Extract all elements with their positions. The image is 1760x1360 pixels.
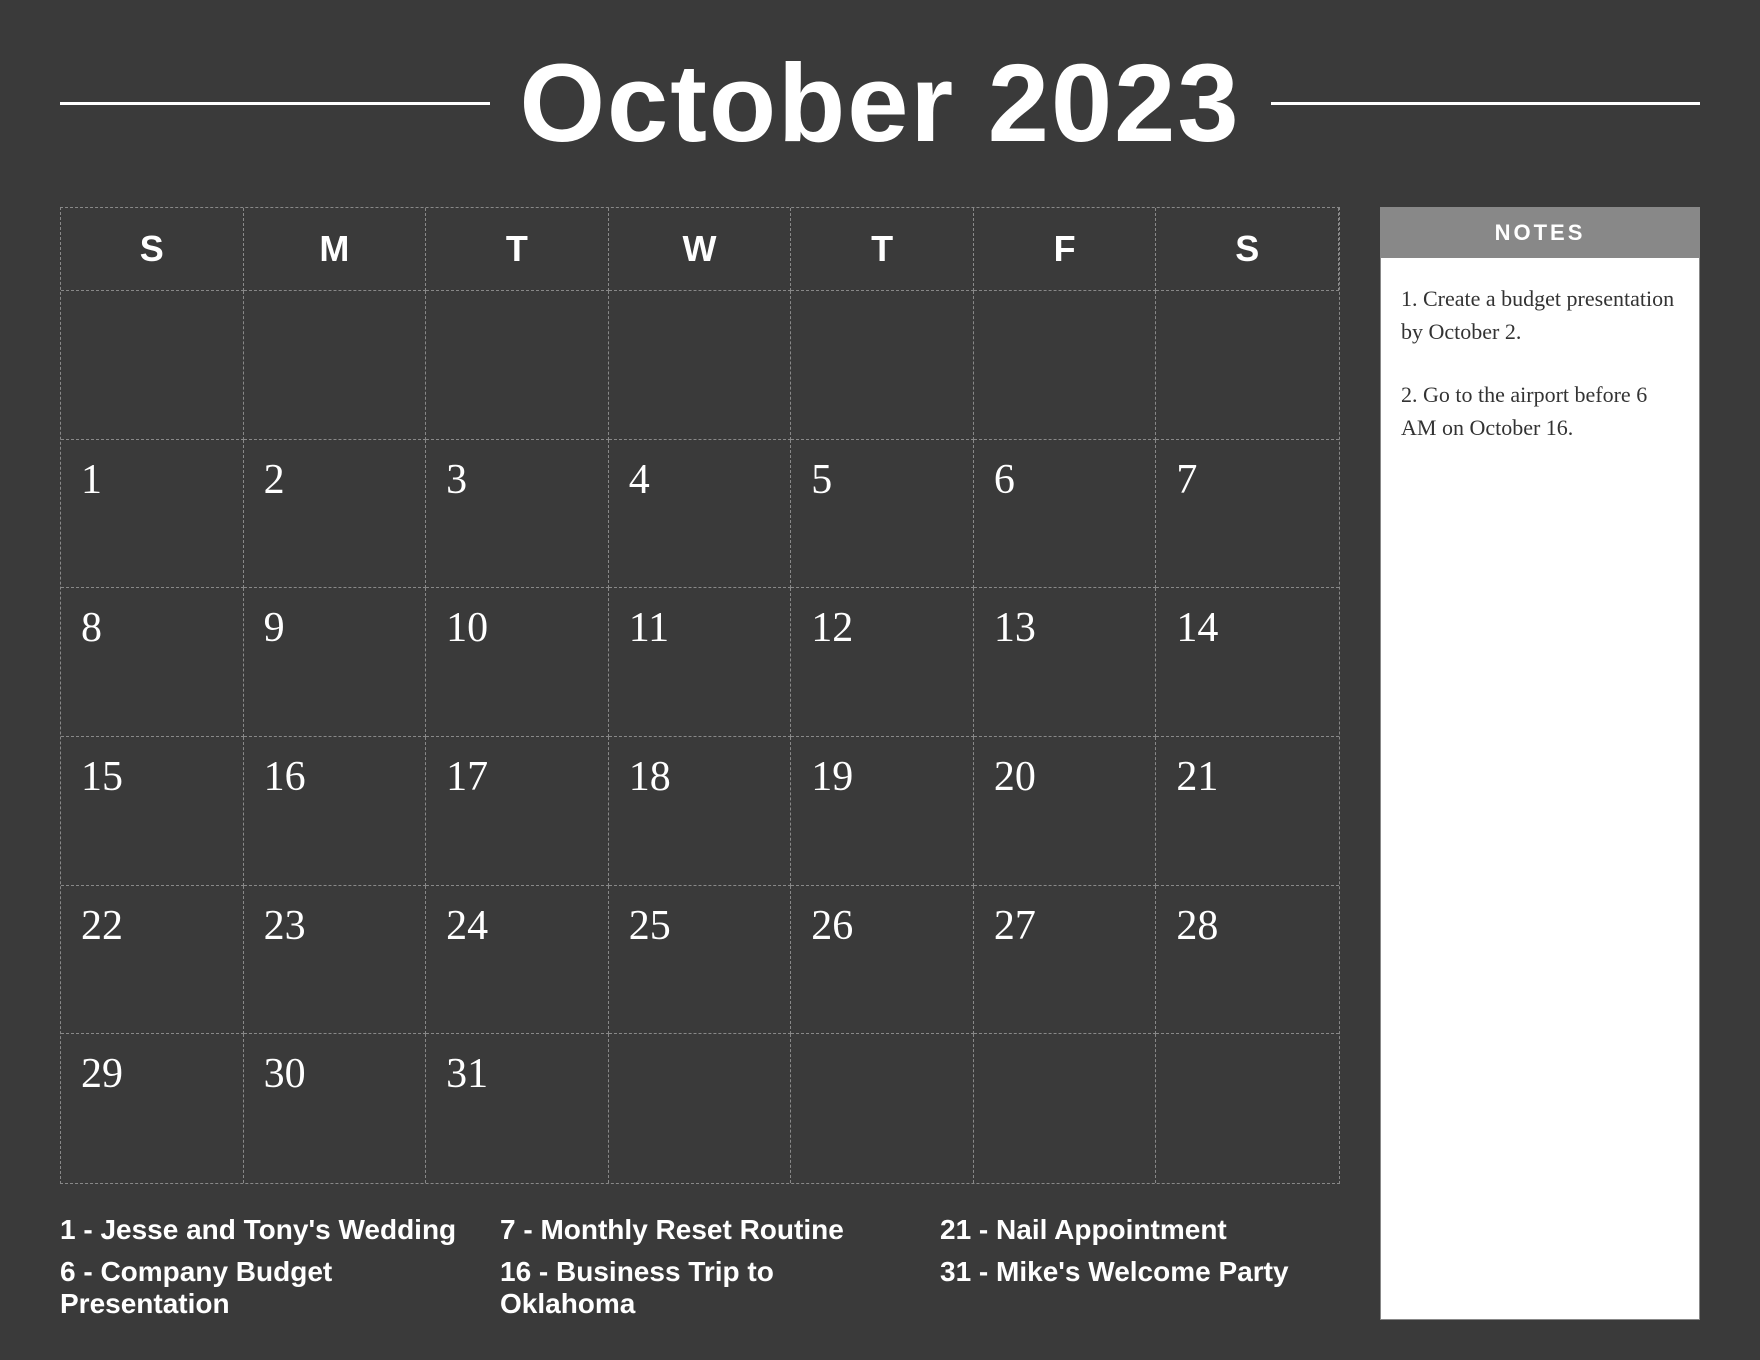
day-header-fri: F (974, 208, 1157, 291)
day-cell-empty (791, 291, 974, 440)
day-cell-1: 1 (61, 440, 244, 589)
day-cell-29: 29 (61, 1034, 244, 1183)
event-7: 7 - Monthly Reset Routine (500, 1214, 900, 1246)
day-header-sat: S (1156, 208, 1339, 291)
day-cell-11: 11 (609, 588, 792, 737)
day-cell-9: 9 (244, 588, 427, 737)
day-header-thu: T (791, 208, 974, 291)
notes-note-2: 2. Go to the airport before 6 AM on Octo… (1401, 378, 1679, 444)
notes-section: NOTES 1. Create a budget presentation by… (1380, 207, 1700, 1320)
day-cell-empty (244, 291, 427, 440)
day-cell-7: 7 (1156, 440, 1339, 589)
day-cell-26: 26 (791, 886, 974, 1035)
day-cell-23: 23 (244, 886, 427, 1035)
notes-container: NOTES 1. Create a budget presentation by… (1380, 207, 1700, 1320)
day-cell-10: 10 (426, 588, 609, 737)
event-6: 6 - Company Budget Presentation (60, 1256, 460, 1320)
event-1: 1 - Jesse and Tony's Wedding (60, 1214, 460, 1246)
day-cell-empty (974, 291, 1157, 440)
day-cell-28: 28 (1156, 886, 1339, 1035)
day-header-tue: T (426, 208, 609, 291)
page-title: October 2023 (520, 40, 1241, 167)
day-cell-18: 18 (609, 737, 792, 886)
day-cell-empty (609, 291, 792, 440)
day-cell-empty (426, 291, 609, 440)
day-cell-27: 27 (974, 886, 1157, 1035)
day-cell-2: 2 (244, 440, 427, 589)
day-cell-20: 20 (974, 737, 1157, 886)
header: October 2023 (60, 40, 1700, 167)
day-header-mon: M (244, 208, 427, 291)
day-cell-21: 21 (1156, 737, 1339, 886)
header-line-right (1271, 102, 1701, 105)
day-cell-empty (61, 291, 244, 440)
day-cell-24: 24 (426, 886, 609, 1035)
day-cell-8: 8 (61, 588, 244, 737)
event-21: 21 - Nail Appointment (940, 1214, 1340, 1246)
notes-note-1: 1. Create a budget presentation by Octob… (1401, 282, 1679, 348)
event-31: 31 - Mike's Welcome Party (940, 1256, 1340, 1320)
page-container: October 2023 S M T W T F S (0, 0, 1760, 1360)
day-cell-empty (609, 1034, 792, 1183)
day-cell-empty (1156, 1034, 1339, 1183)
event-16: 16 - Business Trip to Oklahoma (500, 1256, 900, 1320)
notes-header: NOTES (1381, 208, 1699, 258)
day-header-wed: W (609, 208, 792, 291)
calendar-grid: S M T W T F S 1 2 3 4 5 (60, 207, 1340, 1184)
day-cell-17: 17 (426, 737, 609, 886)
day-cell-empty (974, 1034, 1157, 1183)
day-header-sun: S (61, 208, 244, 291)
day-cell-22: 22 (61, 886, 244, 1035)
day-cell-30: 30 (244, 1034, 427, 1183)
day-cell-31: 31 (426, 1034, 609, 1183)
day-cell-14: 14 (1156, 588, 1339, 737)
day-cell-3: 3 (426, 440, 609, 589)
day-cell-25: 25 (609, 886, 792, 1035)
notes-body: 1. Create a budget presentation by Octob… (1381, 258, 1699, 1319)
day-cell-19: 19 (791, 737, 974, 886)
day-cell-12: 12 (791, 588, 974, 737)
day-cell-4: 4 (609, 440, 792, 589)
header-line-left (60, 102, 490, 105)
day-cell-empty (791, 1034, 974, 1183)
main-content: S M T W T F S 1 2 3 4 5 (60, 207, 1700, 1320)
day-cell-5: 5 (791, 440, 974, 589)
calendar-section: S M T W T F S 1 2 3 4 5 (60, 207, 1340, 1320)
day-cell-15: 15 (61, 737, 244, 886)
events-footer: 1 - Jesse and Tony's Wedding 7 - Monthly… (60, 1214, 1340, 1320)
day-cell-13: 13 (974, 588, 1157, 737)
day-cell-16: 16 (244, 737, 427, 886)
day-cell-6: 6 (974, 440, 1157, 589)
day-cell-empty (1156, 291, 1339, 440)
